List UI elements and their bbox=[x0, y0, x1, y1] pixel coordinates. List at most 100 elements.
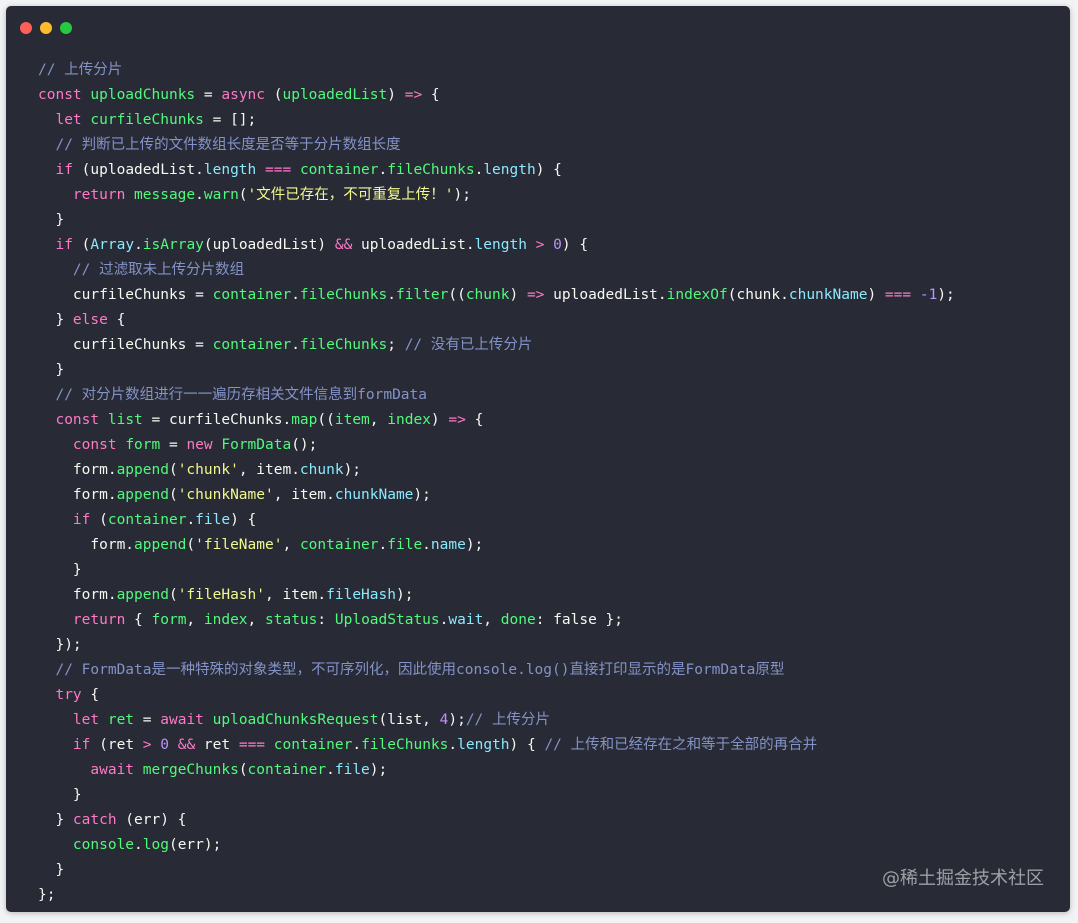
code-token-punct bbox=[38, 837, 73, 853]
code-token-keyword: return bbox=[72, 187, 135, 203]
code-token-prop: length bbox=[483, 162, 536, 178]
code-line: }; bbox=[38, 883, 955, 908]
code-token-punct: ( bbox=[238, 762, 248, 778]
code-token-keyword: return bbox=[72, 612, 135, 628]
code-line: console.log(err); bbox=[38, 833, 955, 858]
code-token-punct: { bbox=[134, 612, 152, 628]
code-token-punct: ); bbox=[448, 712, 466, 728]
code-token-string: 'fileName' bbox=[195, 537, 283, 553]
code-token-keyword: await bbox=[160, 712, 213, 728]
code-token-punct: ( bbox=[99, 512, 108, 528]
code-token-prop: file bbox=[195, 512, 231, 528]
code-token-func: fileChunks bbox=[361, 737, 449, 753]
code-token-punct: = bbox=[134, 712, 161, 728]
code-line: if (Array.isArray(uploadedList) && uploa… bbox=[38, 233, 955, 258]
code-token-keyword: const bbox=[55, 412, 108, 428]
code-line: if (ret > 0 && ret === container.fileChu… bbox=[38, 733, 955, 758]
code-line: form.append('chunk', item.chunk); bbox=[38, 458, 955, 483]
code-token-func: container bbox=[273, 737, 353, 753]
code-token-func: warn bbox=[203, 187, 239, 203]
code-token-punct: ( bbox=[186, 537, 196, 553]
code-token-keyword: if bbox=[55, 237, 82, 253]
code-token-punct: ); bbox=[395, 587, 414, 603]
code-token-punct bbox=[38, 112, 55, 128]
code-line: // 过滤取未上传分片数组 bbox=[38, 258, 955, 283]
code-token-punct: curfileChunks = bbox=[38, 287, 213, 303]
code-token-func: FormData bbox=[221, 437, 292, 453]
code-token-func: append bbox=[116, 587, 169, 603]
code-token-punct: ); bbox=[465, 537, 484, 553]
code-token-number: 0 bbox=[553, 237, 562, 253]
code-line: let ret = await uploadChunksRequest(list… bbox=[38, 708, 955, 733]
code-token-func: indexOf bbox=[666, 287, 728, 303]
code-token-number: 0 bbox=[160, 737, 169, 753]
code-token-punct: , bbox=[247, 612, 266, 628]
code-token-punct: ) bbox=[430, 412, 449, 428]
code-line: if (container.file) { bbox=[38, 508, 955, 533]
code-token-func: form bbox=[125, 437, 161, 453]
code-token-keyword: if bbox=[72, 737, 100, 753]
code-token-func: container bbox=[299, 162, 379, 178]
code-token-punct: . bbox=[291, 337, 300, 353]
code-token-op: => bbox=[404, 87, 423, 103]
code-line: // FormData是一种特殊的对象类型，不可序列化，因此使用console.… bbox=[38, 658, 955, 683]
code-token-class: Array bbox=[90, 237, 135, 253]
code-token-punct bbox=[38, 137, 55, 153]
code-token-func: file bbox=[387, 537, 423, 553]
code-token-func: log bbox=[142, 837, 169, 853]
code-token-func: form bbox=[151, 612, 187, 628]
minimize-dot-icon[interactable] bbox=[40, 22, 52, 34]
code-token-punct: } bbox=[38, 787, 82, 803]
code-token-op: === bbox=[884, 287, 912, 303]
code-token-func: container bbox=[247, 762, 327, 778]
code-token-func: done bbox=[500, 612, 536, 628]
code-token-func: fileChunks bbox=[387, 162, 475, 178]
code-token-punct bbox=[38, 187, 73, 203]
code-token-number: -1 bbox=[919, 287, 938, 303]
code-token-comment: // 上传分片 bbox=[38, 62, 123, 78]
maximize-dot-icon[interactable] bbox=[60, 22, 72, 34]
code-token-punct: (); bbox=[291, 437, 318, 453]
code-token-punct: } bbox=[38, 212, 65, 228]
code-token-comment: // 判断已上传的文件数组长度是否等于分片数组长度 bbox=[55, 137, 401, 153]
code-token-punct bbox=[38, 262, 73, 278]
code-token-keyword: try bbox=[55, 687, 82, 703]
code-token-func: mergeChunks bbox=[142, 762, 239, 778]
code-token-punct: ) bbox=[509, 287, 527, 303]
code-token-punct: (ret bbox=[99, 737, 143, 753]
code-token-op: && bbox=[177, 737, 196, 753]
code-token-punct: }; bbox=[38, 887, 56, 903]
code-token-func: UploadStatus bbox=[334, 612, 440, 628]
code-token-punct: ); bbox=[369, 762, 388, 778]
code-token-punct: . bbox=[352, 737, 362, 753]
close-dot-icon[interactable] bbox=[20, 22, 32, 34]
code-token-keyword: new bbox=[186, 437, 222, 453]
code-token-punct bbox=[38, 662, 55, 678]
code-token-keyword: const bbox=[72, 437, 126, 453]
code-token-punct: (list, bbox=[378, 712, 440, 728]
code-line: } bbox=[38, 558, 955, 583]
code-token-prop: wait bbox=[448, 612, 484, 628]
code-token-punct: . bbox=[291, 287, 300, 303]
code-line: try { bbox=[38, 683, 955, 708]
code-line: const list = curfileChunks.map((item, in… bbox=[38, 408, 955, 433]
code-line: } else { bbox=[38, 308, 955, 333]
code-token-punct: : false }; bbox=[535, 612, 623, 628]
code-token-prop: name bbox=[430, 537, 466, 553]
code-token-op: => bbox=[526, 287, 545, 303]
code-token-func: index bbox=[387, 412, 431, 428]
code-token-punct: , item. bbox=[273, 487, 335, 503]
code-line: await mergeChunks(container.file); bbox=[38, 758, 955, 783]
code-token-keyword: async bbox=[221, 87, 274, 103]
code-token-func: chunk bbox=[465, 287, 510, 303]
code-line: } bbox=[38, 208, 955, 233]
code-token-punct: ) { bbox=[230, 512, 257, 528]
code-token-punct: . bbox=[474, 162, 484, 178]
code-token-punct: . bbox=[378, 162, 388, 178]
code-line: // 上传分片 bbox=[38, 58, 955, 83]
code-token-punct bbox=[38, 162, 55, 178]
code-line: return { form, index, status: UploadStat… bbox=[38, 608, 955, 633]
code-token-prop: length bbox=[474, 237, 527, 253]
code-token-punct bbox=[152, 737, 161, 753]
code-token-prop: chunkName bbox=[788, 287, 868, 303]
